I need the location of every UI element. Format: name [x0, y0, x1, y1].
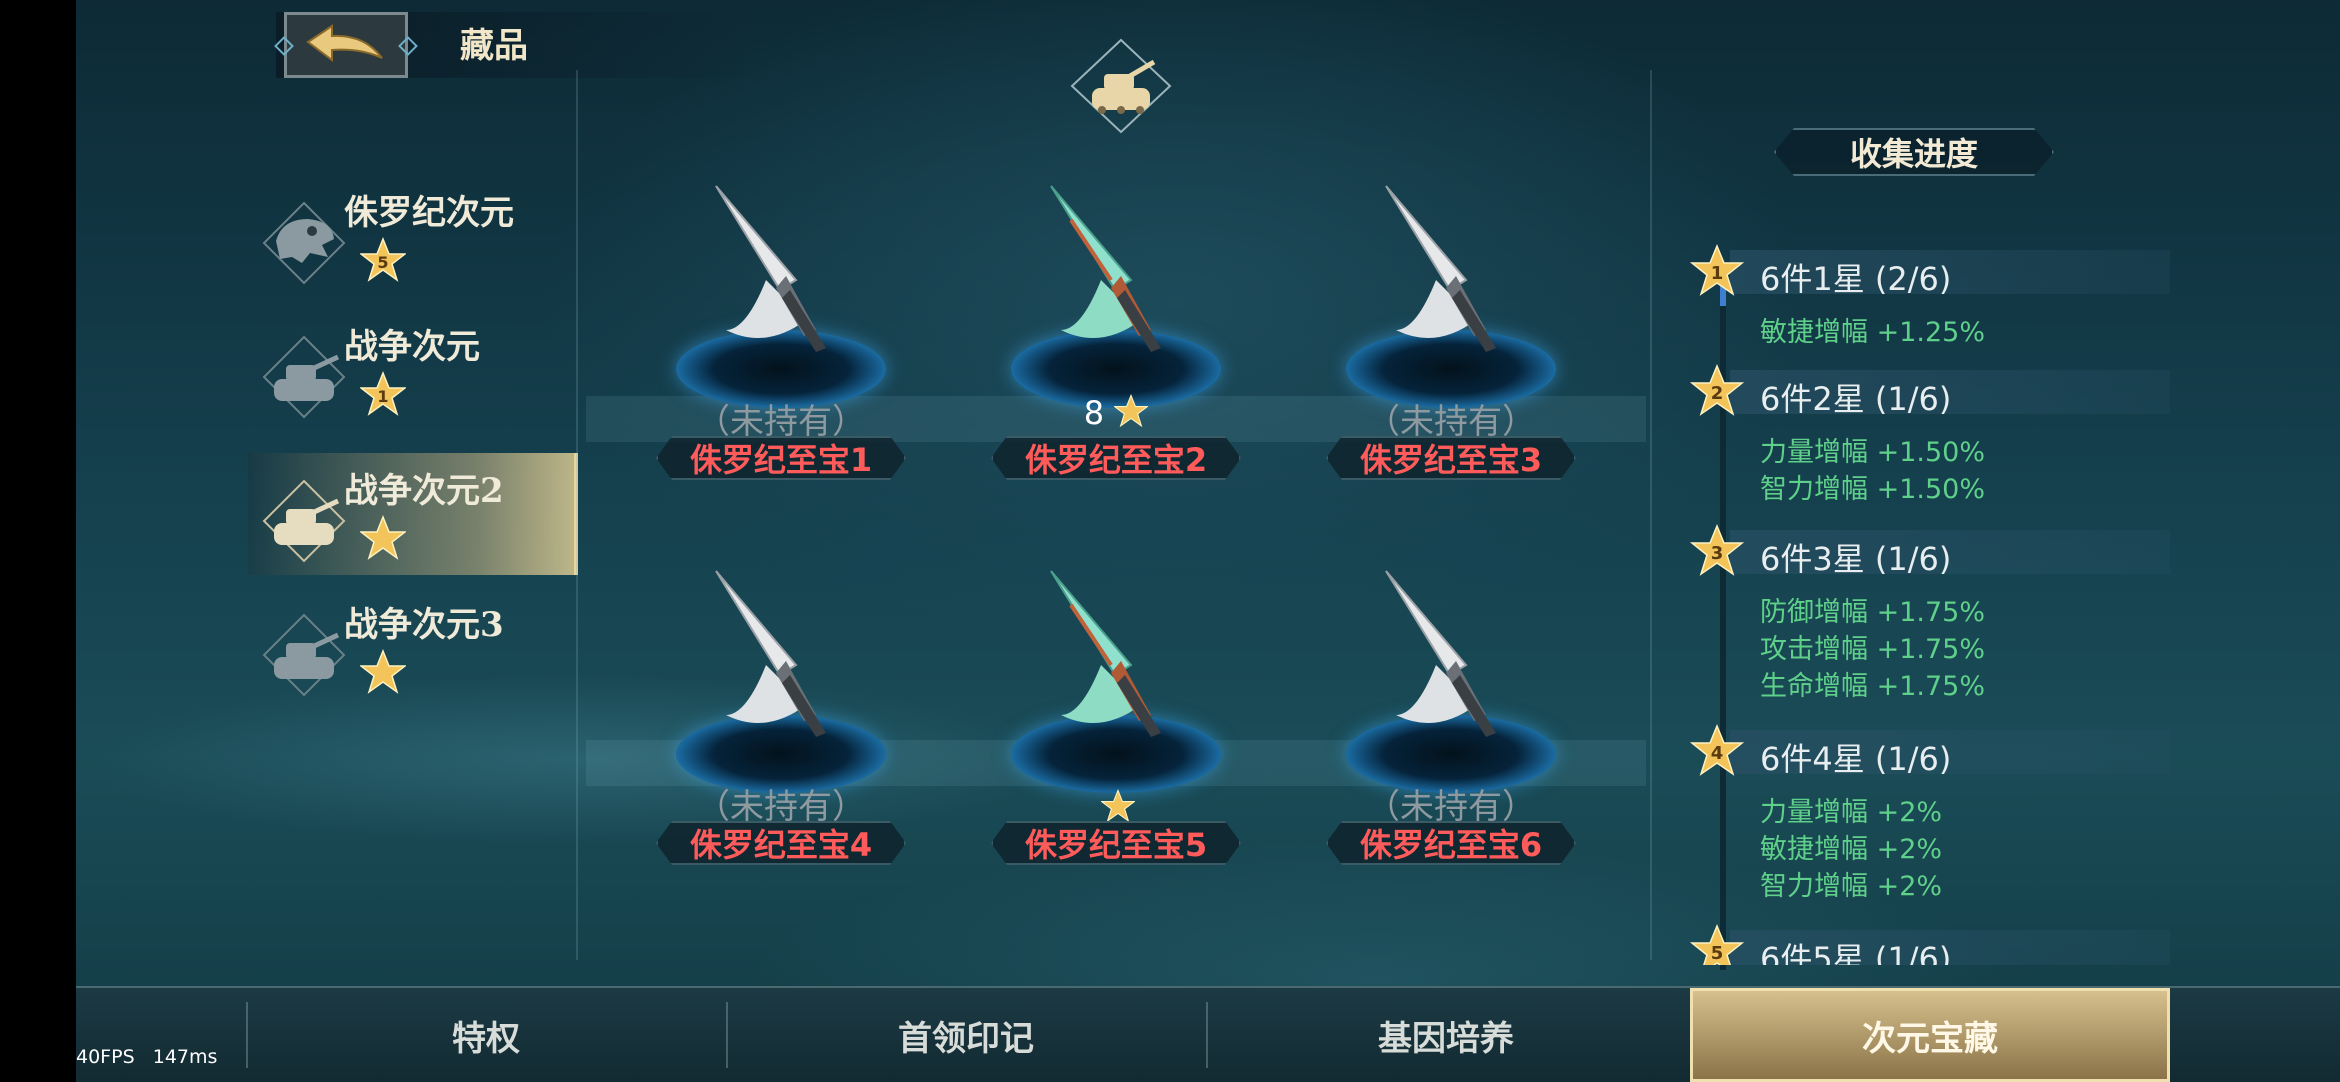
sword-icon: [1050, 570, 1161, 737]
bottom-tab-bar: 特权 首领印记 基因培养 次元宝藏: [76, 986, 2340, 1082]
sidebar-item-jurassic[interactable]: 侏罗纪次元 5: [248, 175, 578, 297]
treasure-name: 侏罗纪至宝2: [1024, 441, 1208, 479]
tier-number: 2: [1711, 383, 1724, 404]
fps-value: 40FPS: [76, 1046, 135, 1068]
treasure-card-5[interactable]: 侏罗纪至宝5: [971, 565, 1261, 905]
latency-value: 147ms: [152, 1046, 218, 1068]
star-icon: [1101, 789, 1135, 823]
back-button[interactable]: [274, 12, 418, 78]
star-badge-icon: 5: [360, 237, 406, 282]
treasure-name-plate: 侏罗纪至宝2: [991, 436, 1241, 480]
tier-label: 6件3星 (1/6): [1760, 540, 1952, 578]
tab-label: 首领印记: [898, 1018, 1034, 1059]
treasure-name: 侏罗纪至宝3: [1359, 441, 1543, 479]
progress-title: 收集进度: [1849, 135, 1978, 173]
sidebar-item-label: 侏罗纪次元: [344, 193, 514, 233]
treasure-name-plate: 侏罗纪至宝6: [1326, 821, 1576, 865]
tier-bonus: 力量增幅 +1.50%: [1760, 437, 1985, 468]
star-badge-icon: 2: [1690, 364, 1744, 416]
star-icon: [1113, 393, 1150, 428]
tier-label: 6件2星 (1/6): [1760, 380, 1952, 418]
treasure-name: 侏罗纪至宝6: [1359, 826, 1543, 864]
star-badge-icon: [360, 649, 406, 694]
treasure-card-1[interactable]: （未持有） 侏罗纪至宝1: [636, 180, 926, 520]
sword-icon: [1385, 185, 1496, 352]
tank-icon: [262, 479, 346, 563]
tier-label: 6件1星 (2/6): [1760, 260, 1952, 298]
treasure-card-3[interactable]: （未持有） 侏罗纪至宝3: [1306, 180, 1596, 520]
page-title: 藏品: [460, 26, 528, 66]
divider: [576, 70, 578, 960]
game-screen: 藏品 侏罗纪次元 5 战争次元 1 战争次元2 战争次元3 （未持有） 侏罗纪至…: [76, 0, 2340, 1080]
sword-icon: [715, 185, 826, 352]
tab-gene-cultivation[interactable]: 基因培养: [1206, 988, 1686, 1082]
sidebar-item-war-3[interactable]: 战争次元3: [248, 587, 578, 709]
tier-bonus: 力量增幅 +2%: [1760, 797, 1943, 828]
tab-label: 基因培养: [1378, 1018, 1514, 1059]
tier-number: 5: [1711, 943, 1724, 964]
tier-bonus: 敏捷增幅 +1.25%: [1760, 317, 1985, 348]
divider: [1650, 70, 1652, 960]
progress-title-plate: 收集进度: [1774, 128, 2054, 176]
ownership-status: （未持有）: [696, 787, 866, 827]
star-badge-icon: [360, 515, 406, 560]
tank-icon: [262, 335, 346, 419]
star-badge-icon: 4: [1690, 724, 1744, 776]
treasure-name: 侏罗纪至宝1: [689, 441, 873, 479]
treasure-card-6[interactable]: （未持有） 侏罗纪至宝6: [1306, 565, 1596, 905]
treasure-name-plate: 侏罗纪至宝3: [1326, 436, 1576, 480]
treasure-name: 侏罗纪至宝5: [1024, 826, 1208, 864]
tab-privilege[interactable]: 特权: [246, 988, 726, 1082]
tier-bonus: 防御增幅 +1.75%: [1760, 597, 1985, 628]
treasure-name-plate: 侏罗纪至宝1: [656, 436, 906, 480]
sidebar-item-war[interactable]: 战争次元 1: [248, 309, 578, 431]
sidebar-item-label: 战争次元2: [344, 471, 504, 511]
sidebar-item-war-2[interactable]: 战争次元2: [248, 453, 578, 575]
star-badge-icon: 5: [1690, 924, 1744, 965]
owned-count: 8: [1083, 394, 1105, 432]
treasure-card-2[interactable]: 8 侏罗纪至宝2: [971, 180, 1261, 520]
fps-overlay: 40FPS 147ms: [76, 1046, 217, 1068]
tier-bonus: 智力增幅 +2%: [1760, 871, 1943, 902]
sword-icon: [1385, 570, 1496, 737]
tier-label: 6件4星 (1/6): [1760, 740, 1952, 778]
tier-label: 6件5星 (1/6): [1760, 940, 1952, 965]
star-badge-icon: 1: [360, 371, 406, 416]
tier-bonus: 智力增幅 +1.50%: [1760, 474, 1985, 505]
dimension-sidebar: 侏罗纪次元 5 战争次元 1 战争次元2 战争次元3: [248, 175, 578, 955]
tier-bonus: 生命增幅 +1.75%: [1760, 671, 1985, 702]
tier-number: 1: [1711, 263, 1724, 284]
tier-bonus: 攻击增幅 +1.75%: [1760, 634, 1985, 665]
ownership-status: （未持有）: [1366, 787, 1536, 827]
tab-label: 次元宝藏: [1862, 1018, 1998, 1059]
tier-number: 4: [1711, 743, 1724, 764]
back-arrow-icon: [306, 24, 383, 62]
star-badge-icon: 1: [1690, 244, 1744, 296]
star-badge-icon: 3: [1690, 524, 1744, 576]
sidebar-item-label: 战争次元3: [344, 605, 504, 645]
tab-label: 特权: [452, 1018, 520, 1059]
tank-icon: [262, 613, 346, 697]
tab-dimension-treasure[interactable]: 次元宝藏: [1690, 988, 2170, 1082]
treasure-card-4[interactable]: （未持有） 侏罗纪至宝4: [636, 565, 926, 905]
tier-number: 3: [1711, 543, 1724, 564]
treasure-name-plate: 侏罗纪至宝4: [656, 821, 906, 865]
tank-emblem-icon: [1070, 38, 1172, 134]
tab-boss-mark[interactable]: 首领印记: [726, 988, 1206, 1082]
ownership-status: （未持有）: [696, 402, 866, 442]
sword-icon: [1050, 185, 1161, 352]
treasure-name: 侏罗纪至宝4: [689, 826, 873, 864]
treasure-name-plate: 侏罗纪至宝5: [991, 821, 1241, 865]
dino-skull-icon: [262, 201, 346, 285]
progress-list[interactable]: 1 6件1星 (2/6) 敏捷增幅 +1.25% 2 6件2星 (1/6) 力量…: [1690, 240, 2170, 965]
tier-bonus: 敏捷增幅 +2%: [1760, 834, 1943, 865]
star-count: 1: [377, 387, 388, 406]
sidebar-item-label: 战争次元: [344, 327, 480, 367]
ownership-status: （未持有）: [1366, 402, 1536, 442]
star-count: 5: [377, 253, 388, 272]
sword-icon: [715, 570, 826, 737]
owned-count-row: 8: [971, 393, 1261, 432]
